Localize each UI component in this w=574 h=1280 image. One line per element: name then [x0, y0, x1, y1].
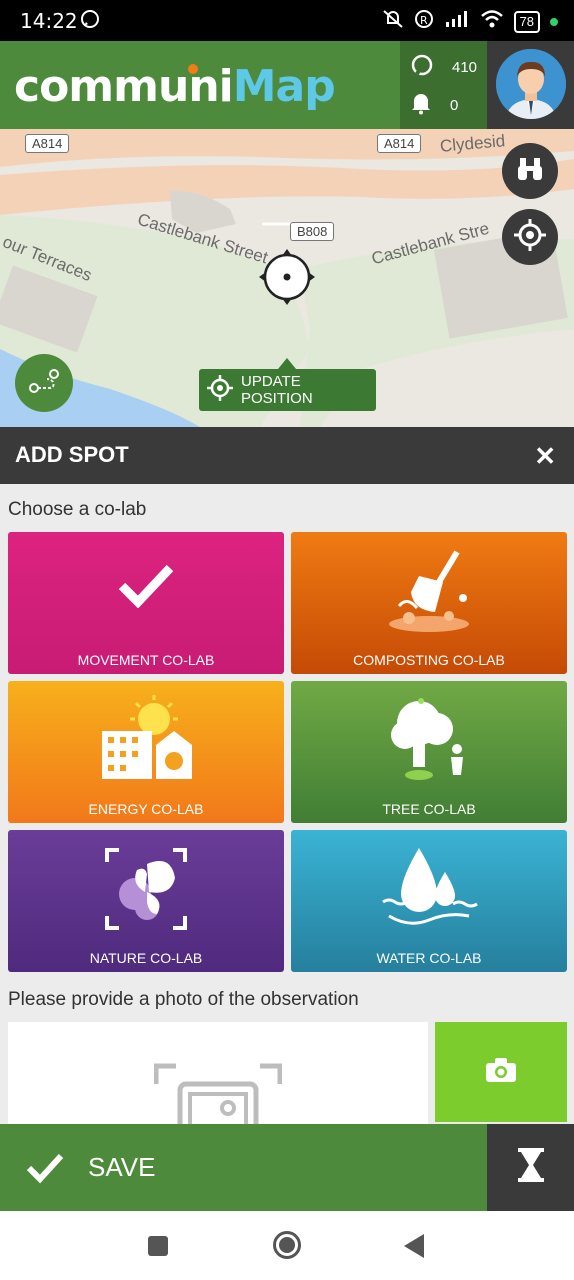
back-icon[interactable]	[403, 1233, 425, 1264]
wifi-icon	[480, 9, 504, 34]
avatar	[496, 49, 566, 119]
notification-count: 0	[450, 96, 459, 114]
hourglass-icon	[517, 1147, 545, 1188]
tile-water-colab[interactable]: WATER CO-LAB	[291, 830, 567, 972]
tree-icon	[379, 695, 479, 790]
mute-icon	[382, 9, 404, 34]
tile-label: WATER CO-LAB	[376, 950, 482, 966]
take-photo-button[interactable]	[435, 1022, 567, 1122]
status-bar: 14:22 R 78	[0, 0, 574, 41]
pending-button[interactable]	[487, 1124, 574, 1211]
tile-composting-colab[interactable]: COMPOSTING CO-LAB	[291, 532, 567, 674]
choose-colab-label: Choose a co-lab	[8, 499, 147, 520]
communimap-logo: communiMap	[14, 61, 336, 112]
status-time: 14:22	[20, 9, 78, 33]
tile-label: TREE CO-LAB	[382, 801, 476, 817]
bell-icon[interactable]	[410, 91, 432, 119]
tile-label: MOVEMENT CO-LAB	[77, 652, 215, 668]
butterfly-icon	[101, 844, 191, 939]
recents-icon[interactable]	[147, 1235, 169, 1262]
points-icon	[410, 53, 434, 81]
profile-button[interactable]	[487, 41, 574, 129]
update-position-label: UPDATE POSITION	[241, 373, 313, 407]
add-spot-header: ADD SPOT ✕	[0, 427, 574, 484]
photo-placeholder[interactable]	[8, 1022, 428, 1124]
tile-label: COMPOSTING CO-LAB	[353, 652, 505, 668]
location-crosshair-icon	[259, 249, 315, 305]
whatsapp-icon	[80, 9, 100, 34]
points-count: 410	[452, 58, 478, 76]
target-icon	[514, 218, 546, 256]
save-label: SAVE	[88, 1152, 156, 1182]
tile-energy-colab[interactable]: ENERGY CO-LAB	[8, 681, 284, 823]
tile-movement-colab[interactable]: MOVEMENT CO-LAB	[8, 532, 284, 674]
tile-nature-colab[interactable]: NATURE CO-LAB	[8, 830, 284, 972]
check-icon	[26, 1152, 64, 1189]
crosshair-icon	[207, 375, 233, 405]
road-label: A814	[377, 134, 422, 153]
image-placeholder-icon	[153, 1062, 283, 1124]
privacy-dot-icon	[550, 17, 558, 26]
svg-text:R: R	[420, 14, 428, 27]
battery-indicator: 78	[513, 10, 540, 33]
update-position-button[interactable]: UPDATE POSITION	[199, 369, 376, 411]
compost-icon	[379, 546, 479, 641]
binoculars-icon	[515, 156, 545, 187]
water-drop-icon	[379, 844, 479, 939]
tile-label: NATURE CO-LAB	[89, 950, 203, 966]
tile-label: ENERGY CO-LAB	[88, 801, 204, 817]
system-nav-bar	[0, 1211, 574, 1280]
app-header: communiMap 410 0	[0, 41, 574, 129]
camera-icon	[485, 1057, 517, 1088]
save-button[interactable]: SAVE	[0, 1124, 487, 1211]
binoculars-button[interactable]	[502, 143, 558, 199]
energy-icon	[96, 695, 196, 790]
road-label: A814	[25, 134, 70, 153]
counters-panel: 410 0	[400, 41, 487, 129]
registered-icon: R	[414, 9, 434, 34]
map-view[interactable]: A814 A814 B808 Castlebank Street Castleb…	[0, 129, 574, 427]
photo-label: Please provide a photo of the observatio…	[8, 989, 359, 1010]
route-icon	[27, 367, 61, 400]
road-label: B808	[290, 222, 335, 241]
home-icon[interactable]	[272, 1230, 302, 1265]
close-icon[interactable]: ✕	[534, 441, 556, 472]
add-spot-title: ADD SPOT	[15, 442, 129, 467]
signal-icon	[444, 9, 470, 34]
route-button[interactable]	[15, 354, 73, 412]
tile-tree-colab[interactable]: TREE CO-LAB	[291, 681, 567, 823]
checkmark-icon	[118, 562, 174, 613]
my-location-button[interactable]	[502, 209, 558, 265]
add-spot-panel: Choose a co-lab MOVEMENT CO-LAB COMPOSTI…	[0, 484, 574, 1124]
